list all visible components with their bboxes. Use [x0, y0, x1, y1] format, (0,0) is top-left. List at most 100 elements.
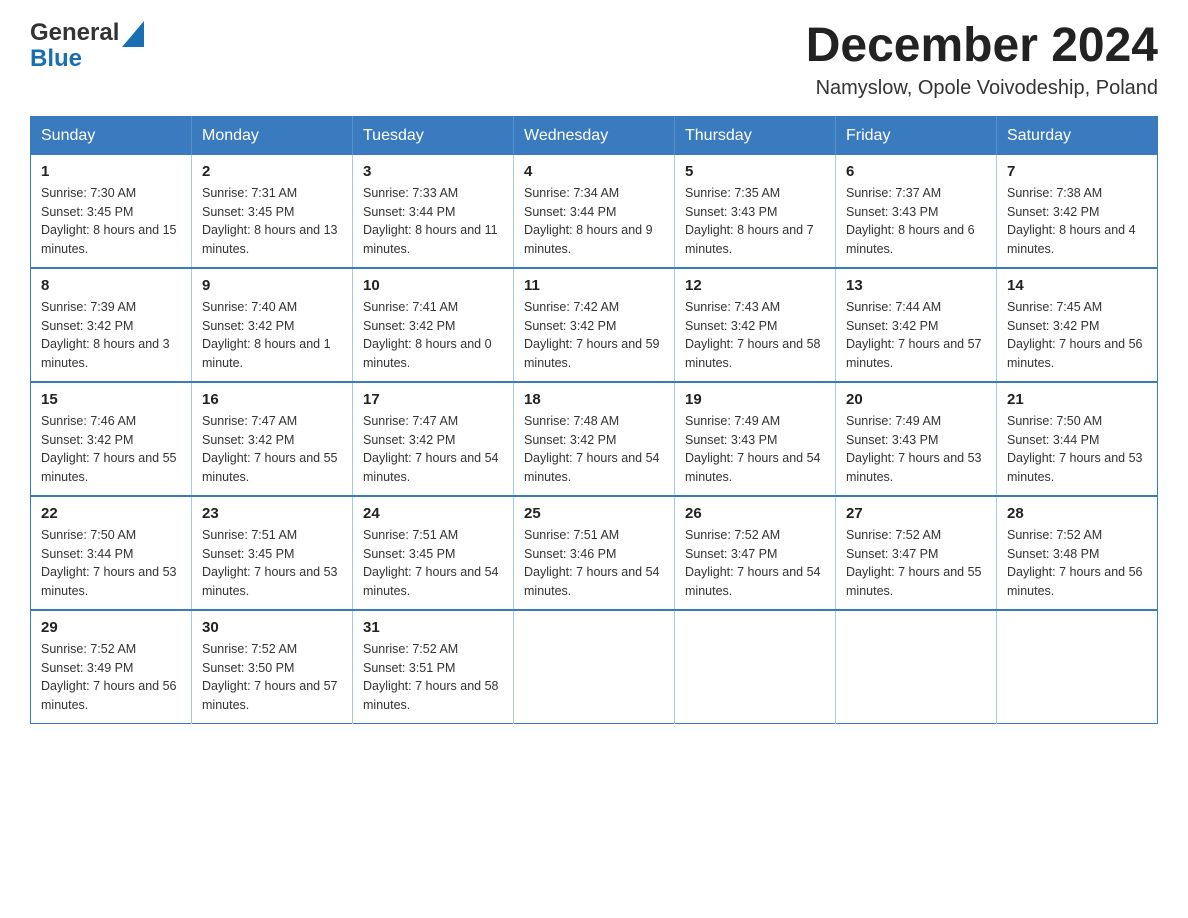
daylight-label: Daylight: 7 hours and 58 minutes. [363, 679, 499, 712]
calendar-day-cell: 1 Sunrise: 7:30 AM Sunset: 3:45 PM Dayli… [31, 155, 192, 268]
day-of-week-header: Thursday [675, 116, 836, 155]
sunset-label: Sunset: 3:42 PM [202, 319, 294, 333]
day-number: 9 [202, 277, 342, 294]
day-number: 24 [363, 505, 503, 522]
calendar-day-cell: 26 Sunrise: 7:52 AM Sunset: 3:47 PM Dayl… [675, 496, 836, 610]
sunset-label: Sunset: 3:44 PM [41, 547, 133, 561]
sunrise-label: Sunrise: 7:51 AM [363, 528, 458, 542]
day-number: 26 [685, 505, 825, 522]
calendar-day-cell: 15 Sunrise: 7:46 AM Sunset: 3:42 PM Dayl… [31, 382, 192, 496]
sunset-label: Sunset: 3:42 PM [202, 433, 294, 447]
daylight-label: Daylight: 7 hours and 58 minutes. [685, 337, 821, 370]
calendar-day-cell: 3 Sunrise: 7:33 AM Sunset: 3:44 PM Dayli… [353, 155, 514, 268]
calendar-week-row: 29 Sunrise: 7:52 AM Sunset: 3:49 PM Dayl… [31, 610, 1158, 724]
daylight-label: Daylight: 7 hours and 55 minutes. [202, 451, 338, 484]
day-info: Sunrise: 7:41 AM Sunset: 3:42 PM Dayligh… [363, 298, 503, 373]
calendar-day-cell: 23 Sunrise: 7:51 AM Sunset: 3:45 PM Dayl… [192, 496, 353, 610]
day-number: 10 [363, 277, 503, 294]
calendar-day-cell: 8 Sunrise: 7:39 AM Sunset: 3:42 PM Dayli… [31, 268, 192, 382]
sunset-label: Sunset: 3:45 PM [41, 205, 133, 219]
sunrise-label: Sunrise: 7:46 AM [41, 414, 136, 428]
day-info: Sunrise: 7:52 AM Sunset: 3:51 PM Dayligh… [363, 640, 503, 715]
calendar-day-cell: 7 Sunrise: 7:38 AM Sunset: 3:42 PM Dayli… [997, 155, 1158, 268]
sunrise-label: Sunrise: 7:48 AM [524, 414, 619, 428]
calendar-day-cell [997, 610, 1158, 724]
sunrise-label: Sunrise: 7:47 AM [363, 414, 458, 428]
day-number: 20 [846, 391, 986, 408]
day-number: 17 [363, 391, 503, 408]
daylight-label: Daylight: 8 hours and 9 minutes. [524, 223, 653, 256]
month-year-title: December 2024 [806, 20, 1158, 73]
sunrise-label: Sunrise: 7:52 AM [846, 528, 941, 542]
sunrise-label: Sunrise: 7:47 AM [202, 414, 297, 428]
day-info: Sunrise: 7:40 AM Sunset: 3:42 PM Dayligh… [202, 298, 342, 373]
daylight-label: Daylight: 7 hours and 56 minutes. [1007, 565, 1143, 598]
sunset-label: Sunset: 3:45 PM [202, 205, 294, 219]
sunrise-label: Sunrise: 7:43 AM [685, 300, 780, 314]
sunset-label: Sunset: 3:50 PM [202, 661, 294, 675]
logo: General Blue [30, 20, 144, 73]
day-number: 3 [363, 163, 503, 180]
day-info: Sunrise: 7:47 AM Sunset: 3:42 PM Dayligh… [363, 412, 503, 487]
sunset-label: Sunset: 3:42 PM [1007, 319, 1099, 333]
day-info: Sunrise: 7:47 AM Sunset: 3:42 PM Dayligh… [202, 412, 342, 487]
sunrise-label: Sunrise: 7:52 AM [1007, 528, 1102, 542]
sunset-label: Sunset: 3:42 PM [524, 319, 616, 333]
daylight-label: Daylight: 8 hours and 1 minute. [202, 337, 331, 370]
sunset-label: Sunset: 3:42 PM [363, 433, 455, 447]
day-info: Sunrise: 7:37 AM Sunset: 3:43 PM Dayligh… [846, 184, 986, 259]
sunrise-label: Sunrise: 7:49 AM [685, 414, 780, 428]
day-of-week-header: Saturday [997, 116, 1158, 155]
sunset-label: Sunset: 3:43 PM [685, 433, 777, 447]
day-info: Sunrise: 7:43 AM Sunset: 3:42 PM Dayligh… [685, 298, 825, 373]
day-info: Sunrise: 7:34 AM Sunset: 3:44 PM Dayligh… [524, 184, 664, 259]
daylight-label: Daylight: 7 hours and 54 minutes. [363, 451, 499, 484]
sunset-label: Sunset: 3:45 PM [202, 547, 294, 561]
sunset-label: Sunset: 3:42 PM [685, 319, 777, 333]
day-of-week-header: Friday [836, 116, 997, 155]
day-number: 23 [202, 505, 342, 522]
sunrise-label: Sunrise: 7:52 AM [202, 642, 297, 656]
sunrise-label: Sunrise: 7:30 AM [41, 186, 136, 200]
daylight-label: Daylight: 7 hours and 57 minutes. [202, 679, 338, 712]
day-number: 25 [524, 505, 664, 522]
sunrise-label: Sunrise: 7:42 AM [524, 300, 619, 314]
day-info: Sunrise: 7:52 AM Sunset: 3:47 PM Dayligh… [685, 526, 825, 601]
day-number: 11 [524, 277, 664, 294]
day-number: 19 [685, 391, 825, 408]
page-header: General Blue December 2024 Namyslow, Opo… [30, 20, 1158, 100]
day-number: 2 [202, 163, 342, 180]
calendar-table: SundayMondayTuesdayWednesdayThursdayFrid… [30, 116, 1158, 724]
sunset-label: Sunset: 3:44 PM [363, 205, 455, 219]
calendar-day-cell: 5 Sunrise: 7:35 AM Sunset: 3:43 PM Dayli… [675, 155, 836, 268]
sunset-label: Sunset: 3:48 PM [1007, 547, 1099, 561]
day-number: 27 [846, 505, 986, 522]
day-number: 13 [846, 277, 986, 294]
day-info: Sunrise: 7:52 AM Sunset: 3:48 PM Dayligh… [1007, 526, 1147, 601]
calendar-day-cell: 12 Sunrise: 7:43 AM Sunset: 3:42 PM Dayl… [675, 268, 836, 382]
sunrise-label: Sunrise: 7:52 AM [41, 642, 136, 656]
daylight-label: Daylight: 7 hours and 54 minutes. [685, 565, 821, 598]
calendar-day-cell: 2 Sunrise: 7:31 AM Sunset: 3:45 PM Dayli… [192, 155, 353, 268]
sunset-label: Sunset: 3:44 PM [524, 205, 616, 219]
day-info: Sunrise: 7:51 AM Sunset: 3:45 PM Dayligh… [202, 526, 342, 601]
location-subtitle: Namyslow, Opole Voivodeship, Poland [806, 77, 1158, 100]
sunrise-label: Sunrise: 7:33 AM [363, 186, 458, 200]
day-number: 16 [202, 391, 342, 408]
sunset-label: Sunset: 3:42 PM [363, 319, 455, 333]
sunrise-label: Sunrise: 7:45 AM [1007, 300, 1102, 314]
sunset-label: Sunset: 3:42 PM [524, 433, 616, 447]
sunrise-label: Sunrise: 7:38 AM [1007, 186, 1102, 200]
day-info: Sunrise: 7:38 AM Sunset: 3:42 PM Dayligh… [1007, 184, 1147, 259]
day-info: Sunrise: 7:46 AM Sunset: 3:42 PM Dayligh… [41, 412, 181, 487]
day-of-week-header: Wednesday [514, 116, 675, 155]
sunrise-label: Sunrise: 7:50 AM [1007, 414, 1102, 428]
calendar-day-cell: 13 Sunrise: 7:44 AM Sunset: 3:42 PM Dayl… [836, 268, 997, 382]
day-info: Sunrise: 7:52 AM Sunset: 3:47 PM Dayligh… [846, 526, 986, 601]
day-info: Sunrise: 7:50 AM Sunset: 3:44 PM Dayligh… [41, 526, 181, 601]
daylight-label: Daylight: 7 hours and 56 minutes. [1007, 337, 1143, 370]
day-of-week-header: Tuesday [353, 116, 514, 155]
calendar-day-cell [514, 610, 675, 724]
calendar-day-cell [675, 610, 836, 724]
day-info: Sunrise: 7:33 AM Sunset: 3:44 PM Dayligh… [363, 184, 503, 259]
